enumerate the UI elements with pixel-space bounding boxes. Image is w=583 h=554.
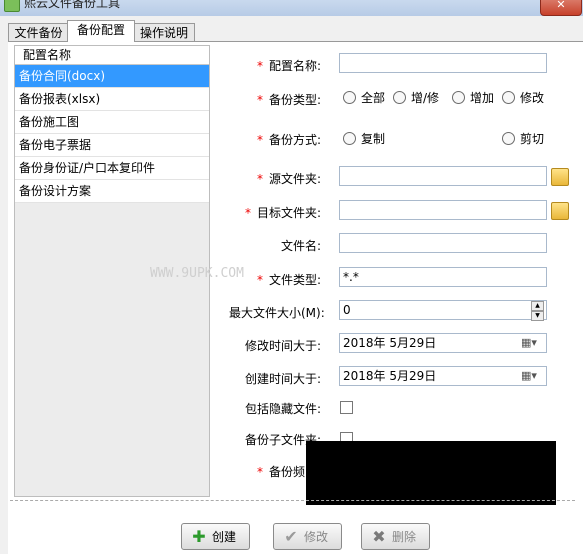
required-mark: * bbox=[257, 133, 263, 147]
config-list-header: 配置名称 bbox=[15, 46, 209, 65]
create-button-label: 创建 bbox=[212, 530, 237, 544]
backup-type-addmod-label: 增/修 bbox=[411, 91, 440, 105]
target-folder-label-text: 目标文件夹: bbox=[257, 206, 322, 220]
delete-button[interactable]: ✖ 删除 bbox=[361, 523, 430, 550]
required-mark: * bbox=[257, 93, 263, 107]
required-mark: * bbox=[257, 172, 263, 186]
redaction-box bbox=[306, 441, 556, 505]
tab-instructions[interactable]: 操作说明 bbox=[133, 23, 195, 42]
created-after-date[interactable]: 2018年 5月29日 bbox=[339, 366, 547, 386]
filename-input[interactable] bbox=[339, 233, 547, 253]
backup-type-add-radio[interactable] bbox=[452, 91, 465, 104]
filetype-label: * 文件类型: bbox=[257, 271, 321, 288]
source-folder-label: * 源文件夹: bbox=[257, 170, 321, 187]
list-item[interactable]: 备份合同(docx) bbox=[15, 65, 209, 88]
list-item[interactable]: 备份施工图 bbox=[15, 111, 209, 134]
required-mark: * bbox=[245, 206, 251, 220]
source-folder-input[interactable] bbox=[339, 166, 547, 186]
source-folder-label-text: 源文件夹: bbox=[269, 172, 322, 186]
stepper-up-icon[interactable]: ▲ bbox=[531, 301, 544, 311]
target-folder-input[interactable] bbox=[339, 200, 547, 220]
title-bar: 熙云文件备份工具 ✕ bbox=[0, 0, 583, 16]
tab-file-backup[interactable]: 文件备份 bbox=[8, 23, 69, 42]
folder-icon[interactable] bbox=[551, 168, 569, 186]
x-icon: ✖ bbox=[372, 527, 386, 546]
delete-button-label: 删除 bbox=[392, 530, 417, 544]
modified-after-label: 修改时间大于: bbox=[245, 339, 322, 353]
stepper-down-icon[interactable]: ▼ bbox=[531, 311, 544, 321]
backup-type-mod-radio[interactable] bbox=[502, 91, 515, 104]
max-size-stepper[interactable]: ▲ ▼ bbox=[531, 301, 544, 321]
folder-icon[interactable] bbox=[551, 202, 569, 220]
backup-mode-copy-radio[interactable] bbox=[343, 132, 356, 145]
backup-frequency-label-text: 备份频 bbox=[269, 465, 306, 479]
calendar-icon[interactable]: ▦▾ bbox=[521, 335, 543, 351]
tab-backup-config[interactable]: 备份配置 bbox=[67, 20, 135, 42]
backup-type-label-text: 备份类型: bbox=[269, 93, 322, 107]
backup-type-add-label: 增加 bbox=[470, 91, 495, 105]
filetype-label-text: 文件类型: bbox=[269, 273, 322, 287]
calendar-icon[interactable]: ▦▾ bbox=[521, 368, 543, 384]
watermark: WWW.9UPK.COM bbox=[150, 266, 244, 281]
max-size-label: 最大文件大小(M): bbox=[229, 306, 325, 320]
modified-after-date[interactable]: 2018年 5月29日 bbox=[339, 333, 547, 353]
backup-type-mod-label: 修改 bbox=[520, 91, 545, 105]
list-item[interactable]: 备份身份证/户口本复印件 bbox=[15, 157, 209, 180]
modify-button[interactable]: ✔ 修改 bbox=[273, 523, 342, 550]
target-folder-label: * 目标文件夹: bbox=[245, 204, 321, 221]
window-title: 熙云文件备份工具 bbox=[24, 0, 121, 10]
backup-mode-copy-label: 复制 bbox=[361, 132, 386, 146]
max-size-input[interactable]: 0 bbox=[339, 300, 547, 320]
backup-type-label: * 备份类型: bbox=[257, 91, 321, 108]
filetype-input[interactable]: *.* bbox=[339, 267, 547, 287]
backup-type-addmod-radio[interactable] bbox=[393, 91, 406, 104]
backup-mode-cut-radio[interactable] bbox=[502, 132, 515, 145]
create-button[interactable]: ✚ 创建 bbox=[181, 523, 250, 550]
required-mark: * bbox=[257, 59, 263, 73]
divider bbox=[10, 500, 575, 501]
config-name-label-text: 配置名称: bbox=[269, 59, 322, 73]
config-name-label: * 配置名称: bbox=[257, 57, 321, 74]
filename-label: 文件名: bbox=[281, 239, 322, 253]
plus-icon: ✚ bbox=[192, 527, 206, 546]
list-item[interactable]: 备份报表(xlsx) bbox=[15, 88, 209, 111]
backup-mode-cut-label: 剪切 bbox=[520, 132, 545, 146]
app-icon bbox=[4, 0, 20, 12]
backup-mode-label: * 备份方式: bbox=[257, 131, 321, 148]
list-item[interactable]: 备份电子票据 bbox=[15, 134, 209, 157]
backup-type-all-label: 全部 bbox=[361, 91, 386, 105]
close-button[interactable]: ✕ bbox=[540, 0, 582, 16]
backup-type-all-radio[interactable] bbox=[343, 91, 356, 104]
backup-mode-label-text: 备份方式: bbox=[269, 133, 322, 147]
list-item[interactable]: 备份设计方案 bbox=[15, 180, 209, 203]
created-after-label: 创建时间大于: bbox=[245, 372, 322, 386]
backup-frequency-label: * 备份频 bbox=[257, 463, 305, 480]
required-mark: * bbox=[257, 273, 263, 287]
config-name-input[interactable] bbox=[339, 53, 547, 73]
modify-button-label: 修改 bbox=[304, 530, 329, 544]
include-hidden-label: 包括隐藏文件: bbox=[245, 402, 322, 416]
include-hidden-checkbox[interactable] bbox=[340, 401, 353, 414]
check-icon: ✔ bbox=[284, 527, 298, 546]
required-mark: * bbox=[257, 465, 263, 479]
